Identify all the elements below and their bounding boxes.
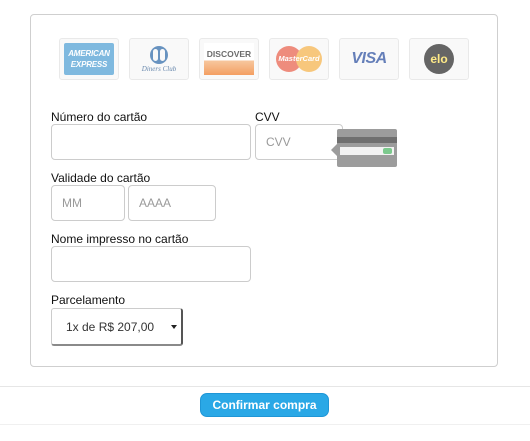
installments-label: Parcelamento xyxy=(51,293,126,307)
amex-logo-line1: AMERICAN xyxy=(68,49,110,58)
confirm-purchase-button[interactable]: Confirmar compra xyxy=(200,393,329,417)
brand-diners-club[interactable]: Diners Club xyxy=(129,38,189,80)
expiry-label: Validade do cartão xyxy=(51,171,151,185)
payment-form-panel: AMERICAN EXPRESS Diners Club DISCOVER Ma… xyxy=(30,14,498,367)
visa-icon: VISA xyxy=(351,50,387,68)
amex-icon: AMERICAN EXPRESS xyxy=(64,43,114,75)
brand-visa[interactable]: VISA xyxy=(339,38,399,80)
cvv-input[interactable] xyxy=(255,124,343,160)
footer-divider xyxy=(0,386,530,387)
elo-logo-text: elo xyxy=(430,52,448,66)
mastercard-logo-text: MasterCard xyxy=(278,54,320,63)
expiry-month-input[interactable] xyxy=(51,185,125,221)
installments-select[interactable]: 1x de R$ 207,00 xyxy=(51,308,183,346)
card-number-input[interactable] xyxy=(51,124,251,160)
card-number-label: Número do cartão xyxy=(51,110,148,124)
cardholder-name-input[interactable] xyxy=(51,246,251,282)
caret-down-icon xyxy=(171,325,177,329)
brand-amex[interactable]: AMERICAN EXPRESS xyxy=(59,38,119,80)
cvv-card-hint-icon xyxy=(331,129,397,167)
cvv-label: CVV xyxy=(255,110,280,124)
brand-discover[interactable]: DISCOVER xyxy=(199,38,259,80)
diners-club-icon: Diners Club xyxy=(141,45,177,73)
installments-selected-value: 1x de R$ 207,00 xyxy=(66,319,155,334)
discover-icon: DISCOVER xyxy=(204,43,254,75)
diners-logo-text: Diners Club xyxy=(141,64,177,73)
discover-logo-text: DISCOVER xyxy=(206,49,252,59)
visa-logo-text: VISA xyxy=(351,50,387,67)
cardholder-name-label: Nome impresso no cartão xyxy=(51,232,189,246)
brand-elo[interactable]: elo xyxy=(409,38,469,80)
mastercard-icon: MasterCard xyxy=(274,44,324,74)
elo-icon: elo xyxy=(424,44,454,74)
expiry-year-input[interactable] xyxy=(128,185,216,221)
brand-mastercard[interactable]: MasterCard xyxy=(269,38,329,80)
bottom-divider xyxy=(0,424,530,425)
amex-logo-line2: EXPRESS xyxy=(70,60,108,69)
